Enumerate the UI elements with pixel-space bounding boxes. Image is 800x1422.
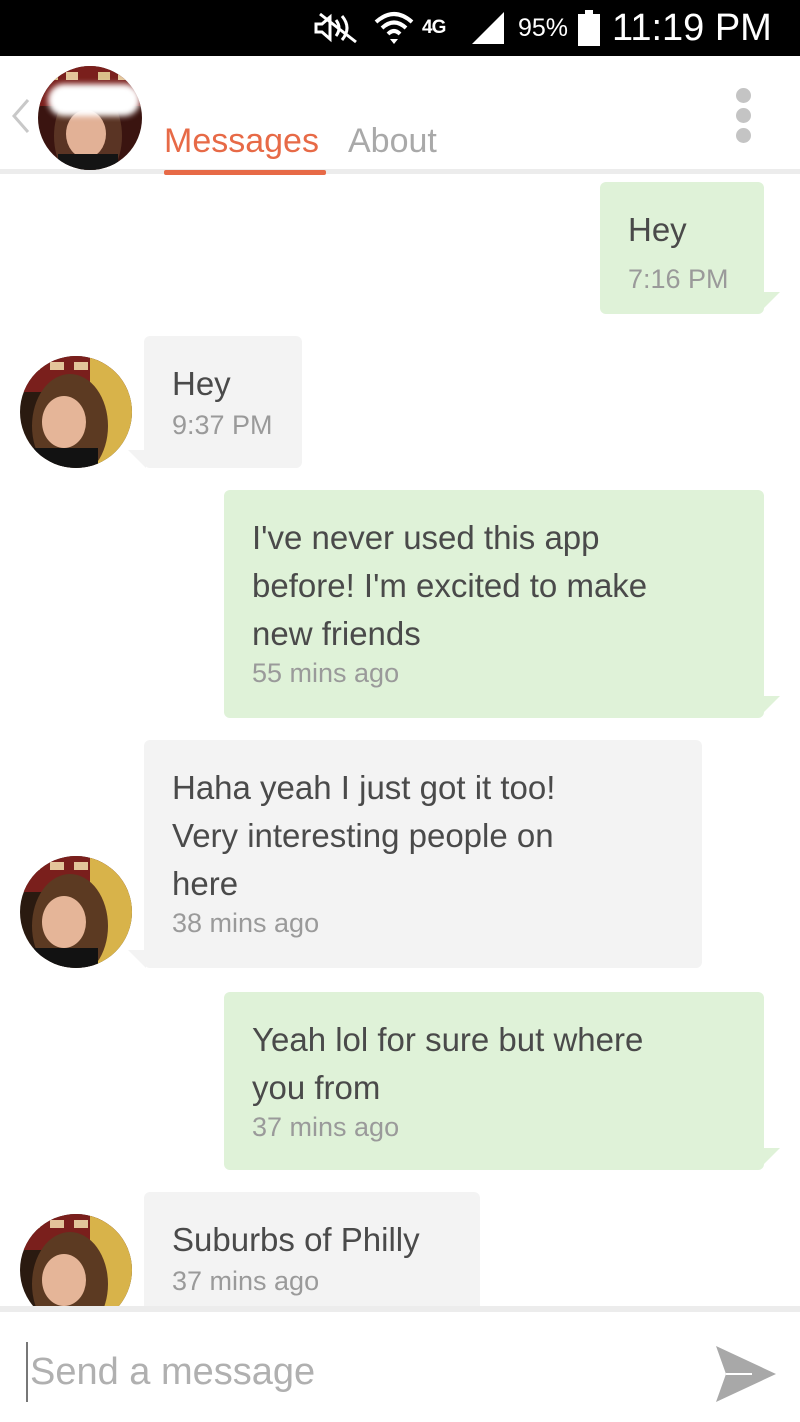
wifi-icon [374,0,418,56]
message-text: Hey [172,365,231,402]
network-type: 4G [422,17,446,38]
message-text: Yeah lol for sure but where you from [252,1021,644,1106]
more-vertical-icon[interactable] [732,86,756,146]
message-incoming[interactable]: Suburbs of Philly 37 mins ago [144,1192,480,1306]
battery-icon [578,0,602,56]
signal-icon [470,0,510,56]
message-time: 38 mins ago [172,908,320,938]
message-incoming[interactable]: Hey 9:37 PM [144,336,302,468]
message-time: 55 mins ago [252,658,400,688]
tab-about[interactable]: About [348,122,437,161]
message-outgoing[interactable]: Yeah lol for sure but where you from 37 … [224,992,764,1170]
clock: 11:19 PM [612,6,772,49]
message-text: Suburbs of Philly [172,1221,420,1258]
contact-name-redacted [48,84,140,116]
message-text: I've never used this app before! I'm exc… [252,519,648,652]
battery-percent: 95% [518,13,569,42]
send-icon[interactable] [712,1342,780,1406]
message-time: 7:16 PM [628,264,729,294]
status-bar: 4G 95% 11:19 PM [0,0,800,56]
bubble-tail [128,450,146,468]
header-avatar[interactable] [38,66,142,170]
message-text: Hey [628,211,687,248]
message-outgoing[interactable]: Hey 7:16 PM [600,182,764,314]
mute-icon [312,0,364,56]
message-outgoing[interactable]: I've never used this app before! I'm exc… [224,490,764,718]
avatar[interactable] [20,1214,132,1306]
message-incoming[interactable]: Haha yeah I just got it too! Very intere… [144,740,702,968]
tab-messages[interactable]: Messages [164,122,319,161]
message-time: 37 mins ago [252,1112,400,1142]
message-time: 37 mins ago [172,1266,320,1296]
message-time: 9:37 PM [172,410,273,440]
bubble-tail [128,950,146,968]
avatar[interactable] [20,856,132,968]
composer [0,1306,800,1422]
bubble-tail [762,292,780,310]
chevron-left-icon[interactable] [8,96,32,136]
message-list[interactable]: Hey 7:16 PM Hey 9:37 PM I've never used … [0,174,800,1306]
message-text: Haha yeah I just got it too! Very intere… [172,769,556,902]
avatar[interactable] [20,356,132,468]
message-input[interactable] [26,1342,686,1402]
chat-header: Messages About [0,56,800,175]
bubble-tail [762,1148,780,1166]
bubble-tail [762,696,780,714]
